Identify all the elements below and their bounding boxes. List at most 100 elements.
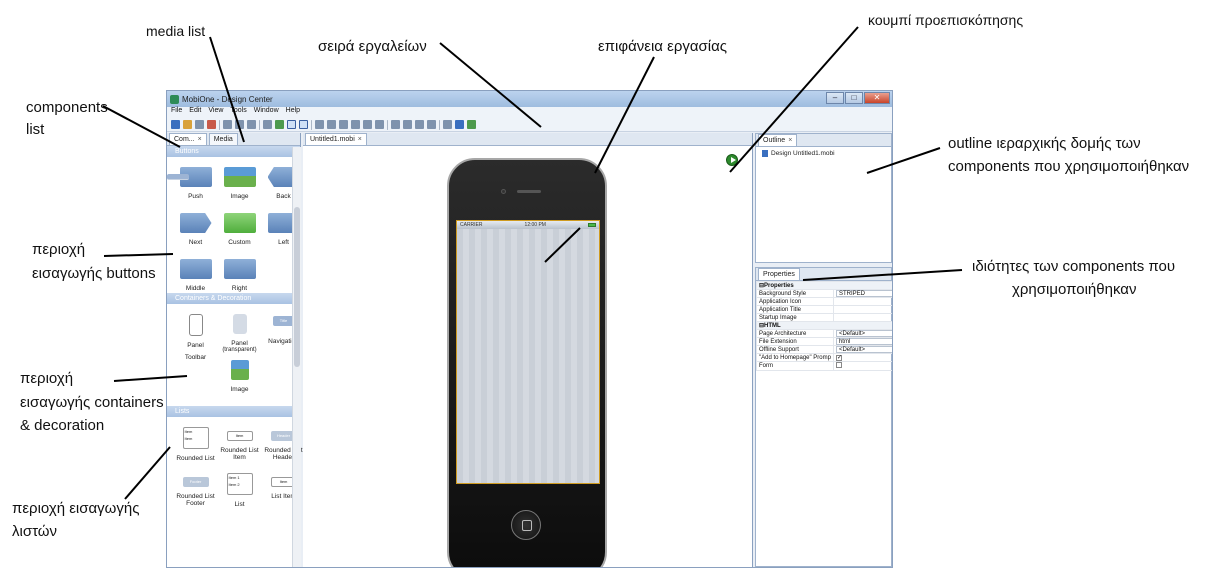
toolbar-separator bbox=[219, 119, 220, 130]
app-title-field[interactable] bbox=[832, 305, 892, 314]
tab-media[interactable]: Media bbox=[208, 133, 238, 145]
annotation-buttons-area-1: περιοχή bbox=[32, 241, 86, 258]
component-next[interactable]: Next bbox=[175, 207, 216, 253]
menu-edit[interactable]: Edit bbox=[189, 107, 201, 118]
deploy-icon[interactable] bbox=[467, 120, 476, 129]
component-rounded-list-item[interactable]: Item Rounded List Item bbox=[219, 421, 260, 467]
align-left-icon[interactable] bbox=[315, 120, 324, 129]
component-rounded-list-footer[interactable]: Footer Rounded List Footer bbox=[175, 467, 216, 513]
tab-properties[interactable]: Properties bbox=[758, 268, 800, 280]
outline-tab-label: Outline bbox=[763, 137, 786, 144]
component-panel-transparent[interactable]: Panel (transparent) bbox=[219, 308, 260, 354]
tab-components[interactable]: Com... × bbox=[169, 133, 207, 145]
tab-outline[interactable]: Outline × bbox=[758, 134, 798, 146]
annotation-workspace: επιφάνεια εργασίας bbox=[598, 38, 728, 55]
toolbar-separator bbox=[439, 119, 440, 130]
close-button[interactable]: ✕ bbox=[864, 92, 890, 104]
tab-components-label: Com... bbox=[174, 136, 195, 143]
menu-view[interactable]: View bbox=[208, 107, 223, 118]
property-name: File Extension bbox=[756, 337, 834, 346]
lists-grid: Item Item Rounded List Item Rounded List It… bbox=[167, 417, 303, 513]
component-image[interactable]: Image bbox=[219, 354, 260, 400]
middle-button-icon bbox=[179, 259, 212, 279]
annotation-media-list: media list bbox=[146, 23, 206, 39]
component-panel[interactable]: Panel bbox=[175, 308, 216, 354]
align-top-icon[interactable] bbox=[351, 120, 360, 129]
component-rounded-list[interactable]: Item Item Rounded List bbox=[175, 421, 216, 467]
move-up-icon[interactable] bbox=[403, 120, 412, 129]
layout-icon[interactable] bbox=[275, 120, 284, 129]
preview-button[interactable] bbox=[726, 154, 738, 166]
menu-help[interactable]: Help bbox=[286, 107, 300, 118]
bring-front-icon[interactable] bbox=[391, 120, 400, 129]
background-style-select[interactable]: STRIPED bbox=[835, 290, 892, 297]
component-label: Panel bbox=[231, 340, 248, 347]
main-toolbar bbox=[167, 118, 892, 132]
stop-icon[interactable] bbox=[207, 120, 216, 129]
move-down-icon[interactable] bbox=[415, 120, 424, 129]
menu-file[interactable]: File bbox=[171, 107, 182, 118]
mail-icon[interactable] bbox=[455, 120, 464, 129]
panel-icon bbox=[188, 314, 203, 336]
offline-support-select[interactable]: <Default> bbox=[835, 346, 892, 353]
properties-tab-label: Properties bbox=[763, 271, 795, 278]
component-list[interactable]: Item 1 Item 2 List bbox=[219, 467, 260, 513]
form-checkbox[interactable] bbox=[835, 362, 842, 368]
component-custom[interactable]: Custom bbox=[219, 207, 260, 253]
component-toolbar[interactable]: Toolbar bbox=[167, 174, 216, 400]
component-label: Image bbox=[230, 386, 249, 393]
section-lists-header[interactable]: Lists bbox=[167, 406, 300, 417]
paste-icon[interactable] bbox=[247, 120, 256, 129]
menu-tools[interactable]: Tools bbox=[230, 107, 246, 118]
menu-window[interactable]: Window bbox=[254, 107, 279, 118]
align-bottom-icon[interactable] bbox=[375, 120, 384, 129]
scrollbar-thumb[interactable] bbox=[294, 207, 300, 367]
property-name: Application Icon bbox=[756, 297, 834, 306]
property-name: Background Style bbox=[756, 289, 834, 298]
app-window: MobiOne - Design Center – □ ✕ File Edit … bbox=[166, 90, 893, 568]
file-extension-select[interactable]: html bbox=[835, 338, 892, 345]
outline-item-label: Design Untitled1.mobi bbox=[771, 150, 835, 157]
component-image-button[interactable]: Image bbox=[219, 161, 260, 207]
section-buttons-header[interactable]: Buttons bbox=[167, 146, 300, 157]
add-to-homepage-checkbox[interactable]: ✓ bbox=[835, 354, 842, 361]
property-name: Offline Support bbox=[756, 345, 834, 354]
rounded-list-footer-icon: Footer bbox=[182, 477, 209, 487]
close-tab-icon[interactable]: × bbox=[358, 136, 362, 143]
components-scrollbar[interactable] bbox=[292, 147, 301, 567]
save-icon[interactable] bbox=[195, 120, 204, 129]
toolbar-icon bbox=[167, 174, 189, 180]
maximize-button[interactable]: □ bbox=[845, 92, 863, 104]
striped-background bbox=[457, 229, 599, 483]
open-folder-icon[interactable] bbox=[183, 120, 192, 129]
component-sublabel: (transparent) bbox=[222, 347, 257, 353]
phone-screen[interactable]: CARRIER 12:00 PM bbox=[456, 220, 600, 484]
design-canvas[interactable]: CARRIER 12:00 PM bbox=[303, 146, 752, 567]
tab-media-label: Media bbox=[213, 136, 233, 143]
properties-group-header[interactable]: ⊟Properties bbox=[756, 281, 892, 290]
line-buttons-area bbox=[103, 253, 174, 257]
property-name: Application Title bbox=[756, 305, 834, 314]
new-icon[interactable] bbox=[171, 120, 180, 129]
preview-mode-icon[interactable] bbox=[299, 120, 308, 129]
align-middle-icon[interactable] bbox=[363, 120, 372, 129]
cut-icon[interactable] bbox=[223, 120, 232, 129]
design-mode-icon[interactable] bbox=[287, 120, 296, 129]
copy-icon[interactable] bbox=[235, 120, 244, 129]
close-tab-icon[interactable]: × bbox=[198, 136, 202, 143]
component-push[interactable]: Push bbox=[175, 161, 216, 207]
grid-icon[interactable] bbox=[263, 120, 272, 129]
component-label: Toolbar bbox=[184, 354, 207, 361]
minimize-button[interactable]: – bbox=[826, 92, 844, 104]
send-back-icon[interactable] bbox=[427, 120, 436, 129]
align-right-icon[interactable] bbox=[339, 120, 348, 129]
align-center-icon[interactable] bbox=[327, 120, 336, 129]
page-architecture-select[interactable]: <Default> bbox=[835, 330, 892, 337]
property-value: <Default> bbox=[838, 346, 865, 353]
outline-item[interactable]: Design Untitled1.mobi bbox=[756, 147, 891, 160]
close-tab-icon[interactable]: × bbox=[788, 137, 792, 144]
settings-icon[interactable] bbox=[443, 120, 452, 129]
html-group-header[interactable]: ⊟HTML bbox=[756, 321, 892, 330]
tab-untitled1[interactable]: Untitled1.mobi × bbox=[305, 133, 367, 145]
section-containers-header[interactable]: Containers & Decoration bbox=[167, 293, 300, 304]
